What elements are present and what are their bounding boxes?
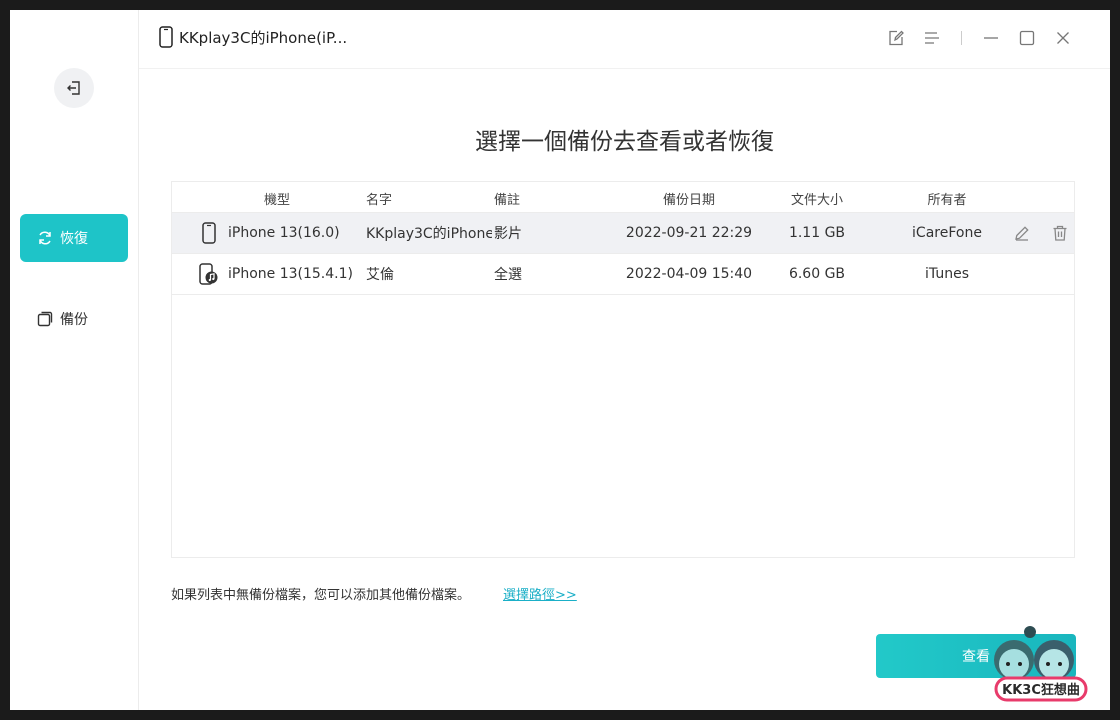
row-name: 艾倫 — [366, 267, 394, 283]
menu-icon[interactable] — [921, 27, 943, 49]
sidebar-item-label: 恢復 — [60, 231, 88, 247]
sidebar-item-backup[interactable]: 備份 — [20, 295, 128, 343]
sidebar-item-restore[interactable]: 恢復 — [20, 214, 128, 262]
row-size: 6.60 GB — [788, 266, 846, 282]
device-title: KKplay3C的iPhone(iP... — [159, 26, 347, 48]
header-note: 備註 — [494, 192, 521, 208]
device-title-text: KKplay3C的iPhone(iP... — [179, 28, 348, 47]
sidebar: 恢復 備份 — [10, 10, 139, 710]
watermark-logo: KK3C狂想曲 — [986, 624, 1106, 710]
table-row[interactable]: iPhone 13(16.0) KKplay3C的iPhone 影片 2022-… — [172, 213, 1074, 254]
header-owner: 所有者 — [927, 192, 967, 208]
row-date: 2022-09-21 22:29 — [625, 225, 753, 241]
refresh-icon — [36, 229, 54, 247]
row-model: iPhone 13(15.4.1) — [228, 266, 353, 282]
divider — [961, 31, 962, 45]
feedback-edit-icon[interactable] — [885, 27, 907, 49]
row-size: 1.11 GB — [788, 225, 846, 241]
maximize-icon[interactable] — [1016, 27, 1038, 49]
trash-icon[interactable] — [1050, 213, 1070, 253]
page-title: 選擇一個備份去查看或者恢復 — [475, 129, 774, 155]
exit-icon — [67, 81, 80, 95]
back-button[interactable] — [54, 68, 94, 108]
header-model: 機型 — [264, 192, 291, 208]
row-note: 影片 — [494, 226, 522, 242]
sidebar-item-label: 備份 — [60, 312, 88, 328]
row-date: 2022-04-09 15:40 — [625, 266, 753, 282]
app-window: 恢復 備份 KKplay3C的iPhone(iP... 選擇一個備份去查看或者恢… — [10, 10, 1110, 710]
row-owner: iTunes — [925, 266, 969, 282]
backup-table: 機型 名字 備註 備份日期 文件大小 所有者 iPhone 13(16.0) K… — [171, 181, 1075, 558]
iphone-icon — [159, 26, 173, 48]
header-date: 備份日期 — [662, 192, 715, 208]
itunes-device-icon — [198, 254, 220, 294]
close-icon[interactable] — [1052, 27, 1074, 49]
header-name: 名字 — [366, 192, 393, 208]
row-name: KKplay3C的iPhone — [366, 226, 492, 242]
minimize-icon[interactable] — [980, 27, 1002, 49]
title-bar: KKplay3C的iPhone(iP... — [139, 10, 1110, 69]
row-model: iPhone 13(16.0) — [228, 225, 340, 241]
header-size: 文件大小 — [790, 192, 843, 208]
watermark-text: KK3C狂想曲 — [1002, 682, 1080, 698]
iphone-icon — [198, 213, 220, 253]
edit-icon[interactable] — [1012, 213, 1032, 253]
window-controls — [871, 27, 1074, 49]
hint-text: 如果列表中無備份檔案，您可以添加其他備份檔案。 — [171, 588, 471, 603]
table-row[interactable]: iPhone 13(15.4.1) 艾倫 全選 2022-04-09 15:40… — [172, 254, 1074, 295]
select-path-link[interactable]: 選擇路徑>> — [503, 584, 577, 603]
row-owner: iCareFone — [912, 225, 982, 241]
row-note: 全選 — [494, 267, 522, 283]
copy-icon — [36, 310, 54, 328]
table-header: 機型 名字 備註 備份日期 文件大小 所有者 — [172, 182, 1074, 213]
